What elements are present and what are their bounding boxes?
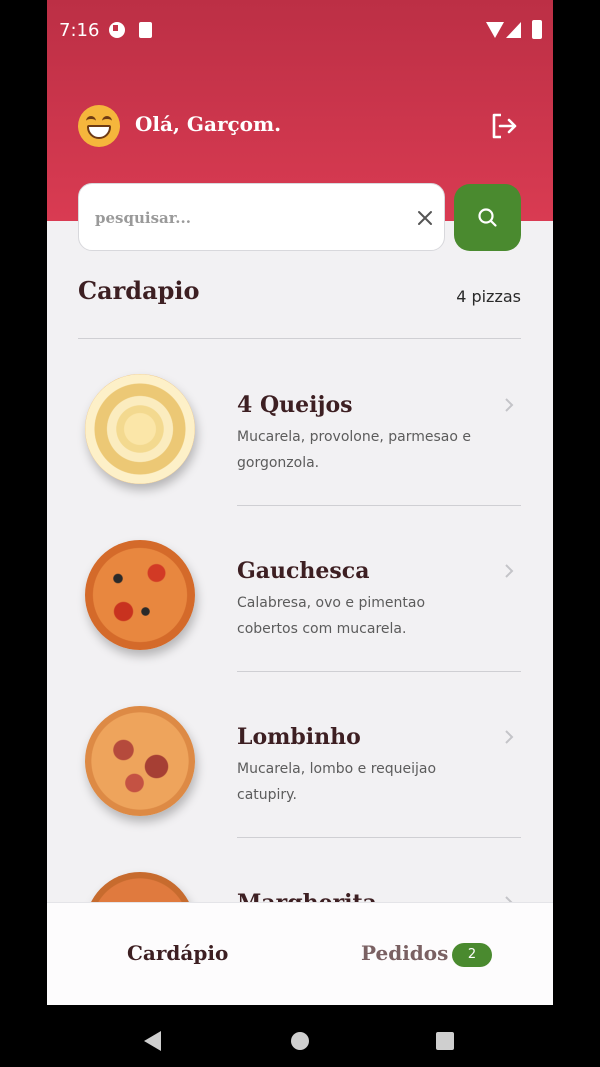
notification-icon	[109, 22, 125, 38]
pizza-image	[85, 706, 195, 816]
signal-icon	[506, 22, 521, 38]
logout-button[interactable]	[489, 111, 519, 141]
wifi-icon	[486, 22, 504, 38]
divider	[78, 338, 521, 339]
greeting-text: Olá, Garçom.	[135, 112, 282, 136]
status-bar: 7:16	[47, 0, 553, 62]
tab-pedidos[interactable]: Pedidos	[361, 941, 448, 965]
search-button[interactable]	[454, 184, 521, 251]
avatar-emoji-icon	[78, 105, 120, 147]
list-item[interactable]: 4 Queijos Mucarela, provolone, parmesao …	[47, 340, 553, 506]
pizza-image	[85, 540, 195, 650]
status-time: 7:16	[59, 20, 100, 41]
pizza-name: Gauchesca	[237, 558, 370, 584]
system-nav-bar	[0, 1005, 600, 1067]
back-icon[interactable]	[144, 1031, 161, 1051]
search-box	[78, 183, 445, 251]
app-screen: 7:16 Olá, Garçom. Cardapio 4 pizzas	[47, 0, 553, 1005]
pizza-image	[85, 374, 195, 484]
search-input[interactable]	[95, 204, 395, 232]
pizza-name: 4 Queijos	[237, 392, 353, 418]
pizza-name: Lombinho	[237, 724, 361, 750]
tab-cardapio[interactable]: Cardápio	[127, 941, 228, 965]
list-item[interactable]: Gauchesca Calabresa, ovo e pimentao cobe…	[47, 506, 553, 672]
pizza-count: 4 pizzas	[456, 287, 521, 306]
pizza-description: Mucarela, provolone, parmesao e gorgonzo…	[237, 429, 471, 471]
chevron-right-icon	[505, 398, 514, 412]
page-title: Cardapio	[78, 276, 200, 305]
close-icon	[418, 211, 432, 225]
recent-apps-icon[interactable]	[436, 1032, 454, 1050]
battery-icon	[532, 20, 542, 39]
home-icon[interactable]	[291, 1032, 309, 1050]
logout-icon	[492, 113, 517, 139]
search-icon	[478, 208, 497, 227]
bottom-tab-bar: Cardápio Pedidos 2	[47, 902, 553, 1005]
chevron-right-icon	[505, 730, 514, 744]
pizza-description: Mucarela, lombo e requeijao catupiry.	[237, 761, 437, 803]
list-item[interactable]: Lombinho Mucarela, lombo e requeijao cat…	[47, 672, 553, 838]
chevron-right-icon	[505, 564, 514, 578]
clear-search-button[interactable]	[415, 208, 435, 228]
pizza-description: Calabresa, ovo e pimentao cobertos com m…	[237, 595, 426, 637]
orders-count-badge: 2	[452, 943, 492, 967]
sd-card-icon	[139, 22, 152, 38]
